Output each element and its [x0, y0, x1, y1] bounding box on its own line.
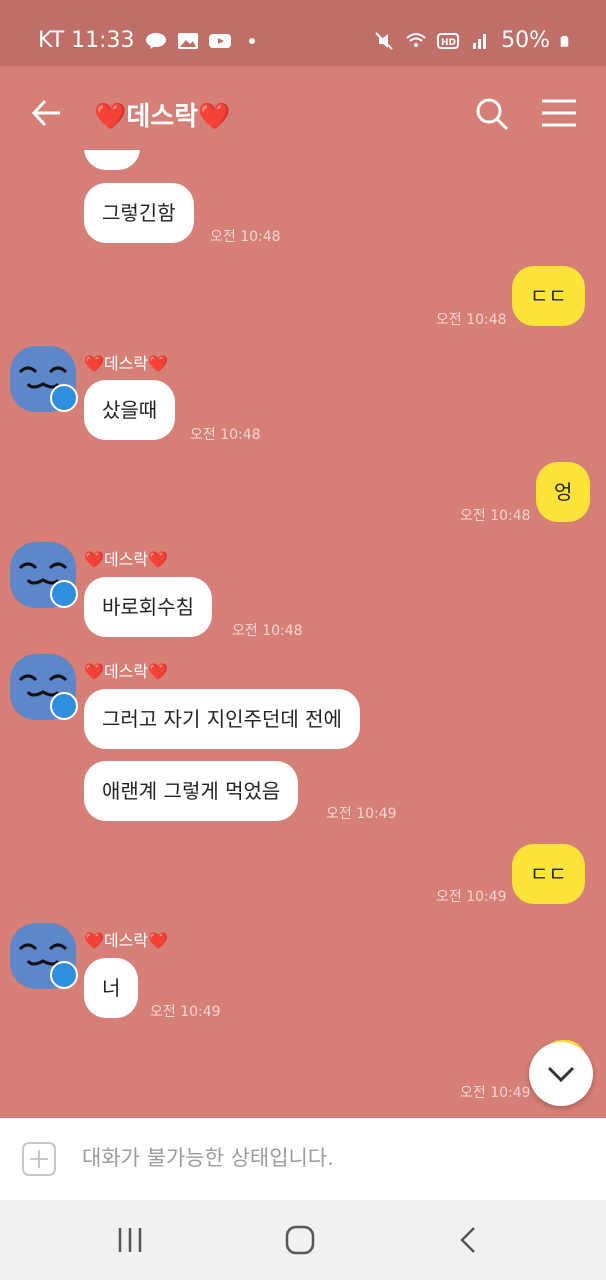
sender-name: ❤️데스락❤️ — [84, 550, 169, 569]
message-bubble-other[interactable]: 너 — [84, 958, 139, 1018]
crown-badge-icon — [50, 961, 78, 989]
message-bubble-other[interactable]: 애랜계 그렇게 먹었음 — [84, 761, 299, 821]
avatar[interactable] — [10, 654, 78, 720]
sender-name: ❤️데스락❤️ — [84, 931, 169, 950]
message-bubble-other[interactable]: 바로회수침 — [84, 577, 212, 637]
carrier-time: KT 11:33 — [38, 28, 135, 53]
avatar[interactable] — [10, 923, 78, 989]
search-icon[interactable] — [474, 96, 510, 132]
status-bar: KT 11:33 HD 50% — [0, 0, 606, 66]
youtube-icon — [208, 33, 231, 48]
battery-percent: 50% — [501, 28, 550, 53]
message-time: 오전 10:48 — [190, 427, 261, 443]
svg-text:HD: HD — [441, 38, 456, 48]
crown-badge-icon — [50, 580, 78, 608]
input-bar: 대화가 불가능한 상태입니다. — [0, 1118, 606, 1200]
message-bubble-other[interactable]: 그렇긴함 — [84, 183, 194, 243]
message-time: 오전 10:49 — [460, 1085, 531, 1101]
signal-icon — [473, 33, 487, 49]
message-bubble-other[interactable]: 그러고 자기 지인주던데 전에 — [84, 689, 360, 749]
crown-badge-icon — [50, 692, 78, 720]
scroll-to-bottom-button[interactable] — [529, 1042, 593, 1106]
message-bubble-other[interactable]: 샀을때 — [84, 380, 176, 440]
avatar[interactable] — [10, 542, 78, 608]
chat-title: ❤️데스락❤️ — [94, 102, 231, 132]
image-icon — [177, 32, 198, 49]
message-input-disabled: 대화가 불가능한 상태입니다. — [82, 1146, 334, 1170]
back-arrow-icon[interactable] — [30, 96, 64, 130]
chat-header: ❤️데스락❤️ — [0, 66, 606, 158]
message-time: 오전 10:48 — [460, 508, 531, 524]
message-bubble-mine[interactable]: ㄷㄷ — [512, 266, 585, 326]
battery-icon — [560, 35, 569, 47]
hd-icon: HD — [437, 32, 460, 49]
message-time: 오전 10:48 — [232, 623, 303, 639]
sender-name: ❤️데스락❤️ — [84, 354, 169, 373]
back-icon[interactable] — [454, 1224, 486, 1256]
message-time: 오전 10:48 — [436, 312, 507, 328]
chevron-down-icon — [547, 1066, 575, 1083]
message-time: 오전 10:49 — [150, 1004, 221, 1020]
menu-icon[interactable] — [540, 98, 578, 128]
message-time: 오전 10:49 — [326, 806, 397, 822]
message-bubble-mine[interactable]: 엉 — [536, 462, 591, 522]
sender-name: ❤️데스락❤️ — [84, 662, 169, 681]
recent-apps-icon[interactable] — [114, 1224, 146, 1256]
avatar[interactable] — [10, 346, 78, 412]
crown-badge-icon — [50, 384, 78, 412]
mute-icon — [375, 31, 393, 50]
message-bubble-mine[interactable]: ㄷㄷ — [512, 844, 585, 904]
plus-icon[interactable] — [22, 1142, 56, 1176]
wifi-icon — [406, 32, 426, 47]
home-icon[interactable] — [284, 1224, 316, 1256]
chat-area[interactable]: 그렇긴함 오전 10:48 ㄷㄷ 오전 10:48 ❤️데스락❤️ 샀을때 오전… — [0, 150, 606, 1118]
system-navigation-bar — [0, 1200, 606, 1280]
dot-icon — [248, 37, 255, 44]
talk-icon — [145, 32, 166, 49]
message-time: 오전 10:49 — [436, 889, 507, 905]
clipped-message-bubble[interactable] — [84, 150, 140, 170]
message-time: 오전 10:48 — [210, 229, 281, 245]
